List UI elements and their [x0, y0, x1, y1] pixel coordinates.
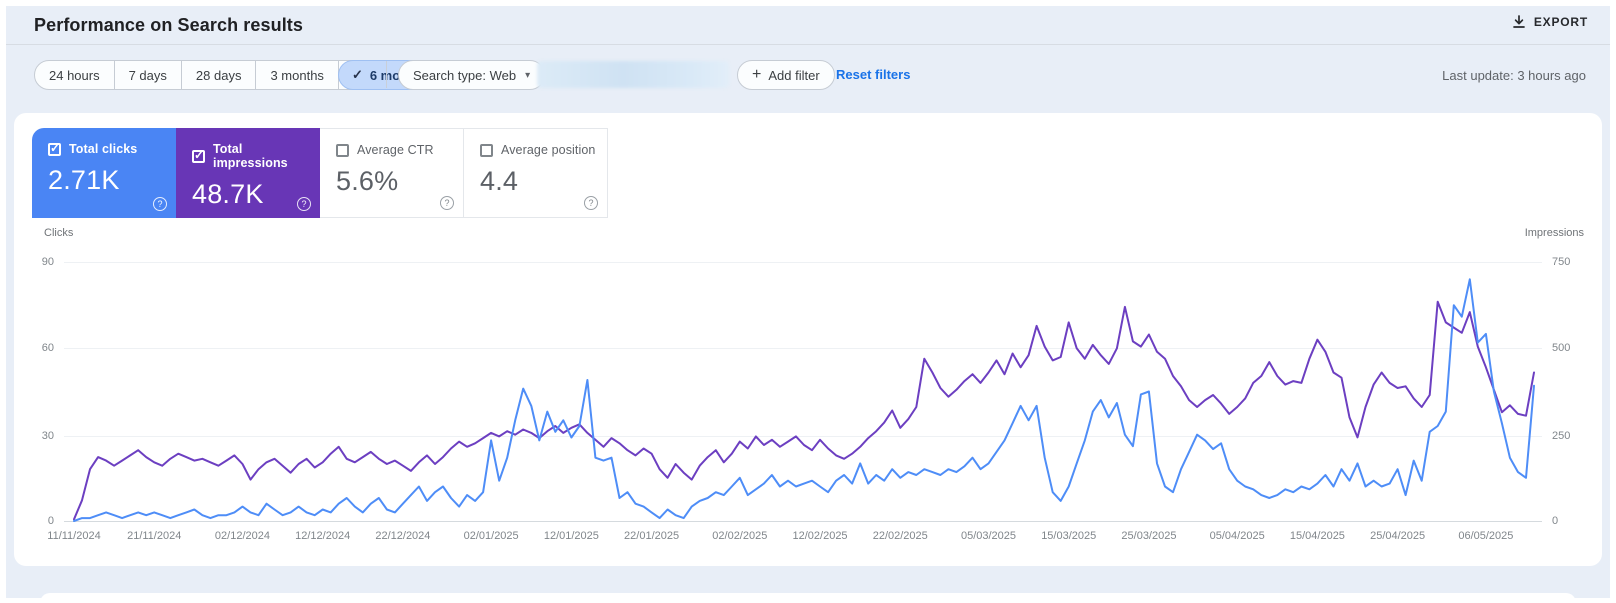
x-tick-label: 25/03/2025 [1121, 530, 1177, 542]
impressions-line [73, 300, 1535, 521]
range-28-days[interactable]: 28 days [182, 61, 257, 89]
x-tick-label: 12/02/2025 [792, 530, 848, 542]
line-chart[interactable] [14, 113, 1602, 566]
x-tick-label: 02/12/2024 [214, 530, 270, 542]
x-tick-label: 12/12/2024 [295, 530, 351, 542]
filter-separator [386, 61, 387, 88]
export-button[interactable]: EXPORT [1512, 15, 1588, 29]
plus-icon: + [752, 66, 762, 83]
date-range-group: 24 hours 7 days 28 days 3 months ✓ 6 mon… [34, 60, 442, 90]
search-type-dropdown[interactable]: Search type: Web ▾ [398, 60, 546, 90]
redacted-filter-chip [537, 61, 729, 88]
checkmark-icon: ✓ [351, 67, 363, 82]
export-label: EXPORT [1533, 15, 1588, 29]
page-title: Performance on Search results [34, 15, 304, 35]
x-tick-label: 02/01/2025 [463, 530, 519, 542]
chevron-down-icon: ▾ [525, 69, 531, 81]
range-7-days[interactable]: 7 days [115, 61, 182, 89]
x-tick-label: 11/11/2024 [47, 530, 101, 542]
performance-chart-card: ✓ Total clicks 2.71K ? ✓ Total impressio… [14, 113, 1602, 566]
download-icon [1512, 15, 1526, 29]
add-filter-button[interactable]: + Add filter [737, 60, 835, 90]
filter-bar: 24 hours 7 days 28 days 3 months ✓ 6 mon… [6, 58, 1610, 90]
x-tick-label: 05/03/2025 [960, 530, 1017, 542]
header-divider [6, 44, 1610, 45]
x-tick-label: 22/01/2025 [624, 530, 680, 542]
x-tick-label: 21/11/2024 [127, 530, 182, 542]
x-tick-label: 06/05/2025 [1458, 530, 1514, 542]
x-tick-label: 15/04/2025 [1289, 530, 1345, 542]
x-tick-label: 05/04/2025 [1209, 530, 1265, 542]
x-tick-label: 12/01/2025 [543, 530, 599, 542]
x-tick-label: 22/12/2024 [375, 530, 431, 542]
clicks-line [73, 278, 1535, 522]
reset-filters-link[interactable]: Reset filters [836, 67, 910, 82]
x-tick-label: 02/02/2025 [712, 530, 768, 542]
search-console-performance-page: Performance on Search results EXPORT 24 … [6, 6, 1610, 603]
last-update-text: Last update: 3 hours ago [1442, 68, 1586, 83]
range-24-hours[interactable]: 24 hours [35, 61, 115, 89]
x-tick-label: 15/03/2025 [1041, 530, 1097, 542]
range-3-months[interactable]: 3 months [256, 61, 339, 89]
x-tick-label: 22/02/2025 [872, 530, 928, 542]
x-tick-label: 25/04/2025 [1370, 530, 1426, 542]
